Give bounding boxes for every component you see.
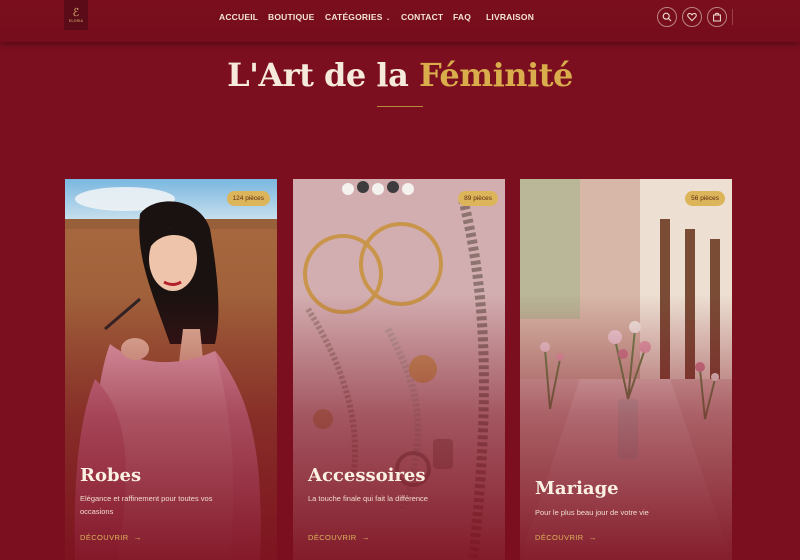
discover-link-label: DÉCOUVRIR [308, 533, 357, 542]
nav-item-livraison[interactable]: LIVRAISON [486, 12, 534, 22]
category-card-robes[interactable]: 124 pièces Robes Elégance et raffinement… [65, 179, 277, 560]
shopping-bag-icon [713, 12, 721, 22]
hero-title: L'Art de la Féminité [0, 56, 800, 94]
discover-link-label: DÉCOUVRIR [80, 533, 129, 542]
card-description: La touche finale qui fait la différence [308, 494, 428, 503]
wishlist-button[interactable] [682, 7, 702, 27]
title-underline [377, 106, 423, 107]
discover-link-label: DÉCOUVRIR [535, 533, 584, 542]
card-title: Accessoires [308, 465, 426, 486]
search-button[interactable] [657, 7, 677, 27]
nav-item-accueil[interactable]: ACCUEIL [219, 12, 258, 22]
hero-title-accent: Féminité [418, 56, 573, 94]
nav-item-boutique[interactable]: BOUTIQUE [268, 12, 314, 22]
nav-item-categories[interactable]: CATÉGORIES ⌄ [325, 12, 391, 22]
card-title: Mariage [535, 478, 619, 499]
nav-item-contact[interactable]: CONTACT [401, 12, 443, 22]
discover-link[interactable]: DÉCOUVRIR → [80, 533, 142, 542]
category-card-accessoires[interactable]: 89 pièces Accessoires La touche finale q… [293, 179, 505, 560]
arrow-right-icon: → [133, 533, 143, 542]
heart-icon [687, 12, 697, 22]
card-title: Robes [80, 465, 142, 486]
item-count-badge: 56 pièces [685, 191, 725, 206]
card-overlay [520, 179, 732, 560]
main-nav: ACCUEIL BOUTIQUE CATÉGORIES ⌄ CONTACT FAQ… [0, 12, 800, 26]
card-description: Pour le plus beau jour de votre vie [535, 508, 649, 517]
card-description: Elégance et raffinement pour toutes vos … [80, 494, 213, 516]
item-count-badge: 124 pièces [226, 191, 270, 206]
discover-link[interactable]: DÉCOUVRIR → [308, 533, 370, 542]
top-navigation-bar: ℰ ELORIA ACCUEIL BOUTIQUE CATÉGORIES ⌄ CO… [0, 0, 800, 42]
nav-item-categories-label: CATÉGORIES [325, 12, 383, 22]
arrow-right-icon: → [588, 533, 598, 542]
header-divider [732, 9, 733, 25]
search-icon [662, 12, 672, 22]
arrow-right-icon: → [361, 533, 371, 542]
cart-button[interactable] [707, 7, 727, 27]
discover-link[interactable]: DÉCOUVRIR → [535, 533, 597, 542]
category-card-mariage[interactable]: 56 pièces Mariage Pour le plus beau jour… [520, 179, 732, 560]
item-count-badge: 89 pièces [458, 191, 498, 206]
hero-title-main: L'Art de la [227, 56, 419, 94]
chevron-down-icon: ⌄ [385, 16, 391, 22]
nav-item-faq[interactable]: FAQ [453, 12, 471, 22]
